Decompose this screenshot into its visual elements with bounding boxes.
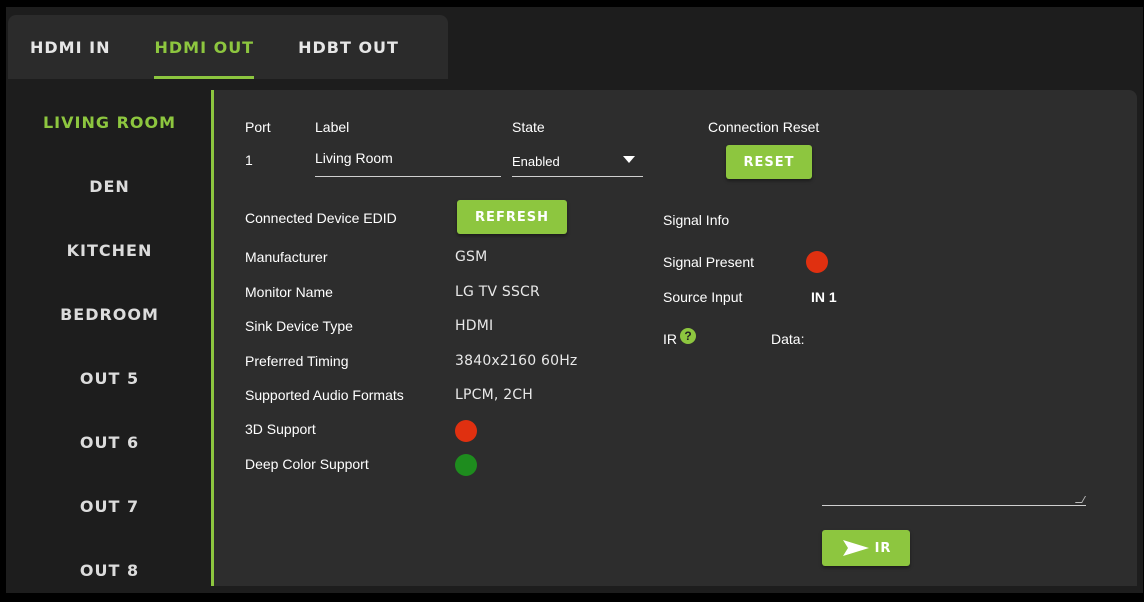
label-field[interactable] bbox=[315, 150, 501, 177]
port-number: 1 bbox=[245, 152, 253, 168]
output-type-tabs: HDMI IN HDMI OUT HDBT OUT bbox=[8, 15, 448, 79]
sidebar-item-kitchen[interactable]: KITCHEN bbox=[8, 218, 211, 282]
signal-present-label: Signal Present bbox=[663, 254, 755, 270]
output-detail-panel: Port Label State Connection Reset 1 Enab… bbox=[214, 90, 1137, 586]
source-input-label: Source Input bbox=[663, 289, 743, 305]
sidebar-item-out-7[interactable]: OUT 7 bbox=[8, 474, 211, 538]
sink-type-label: Sink Device Type bbox=[245, 318, 353, 334]
help-icon[interactable]: ? bbox=[680, 328, 696, 344]
sidebar-item-living-room[interactable]: LIVING ROOM bbox=[8, 90, 211, 154]
caret-down-icon bbox=[623, 156, 635, 163]
audio-formats-value: LPCM, 2CH bbox=[455, 387, 534, 403]
output-sidebar: LIVING ROOM DEN KITCHEN BEDROOM OUT 5 OU… bbox=[8, 90, 211, 586]
tab-hdbt-out[interactable]: HDBT OUT bbox=[276, 15, 421, 79]
tab-hdmi-in[interactable]: HDMI IN bbox=[8, 15, 132, 79]
sidebar-item-den[interactable]: DEN bbox=[8, 154, 211, 218]
resize-grip-icon[interactable] bbox=[1074, 496, 1087, 503]
audio-formats-label: Supported Audio Formats bbox=[245, 387, 404, 403]
tab-hdmi-out[interactable]: HDMI OUT bbox=[132, 15, 276, 79]
3d-support-status-indicator bbox=[455, 420, 477, 442]
deep-color-status-indicator bbox=[455, 454, 477, 476]
state-select-value: Enabled bbox=[512, 154, 560, 169]
connection-reset-header: Connection Reset bbox=[708, 119, 820, 135]
state-header: State bbox=[512, 119, 545, 135]
sidebar-item-out-5[interactable]: OUT 5 bbox=[8, 346, 211, 410]
ir-label: IR bbox=[663, 331, 677, 347]
preferred-timing-value: 3840x2160 60Hz bbox=[455, 353, 578, 369]
preferred-timing-label: Preferred Timing bbox=[245, 353, 349, 369]
source-input-value: IN 1 bbox=[811, 289, 837, 305]
3d-support-label: 3D Support bbox=[245, 421, 316, 437]
signal-info-title: Signal Info bbox=[663, 212, 730, 228]
refresh-button[interactable]: REFRESH bbox=[457, 200, 567, 234]
send-ir-label: IR bbox=[874, 540, 892, 556]
send-ir-button[interactable]: IR bbox=[822, 530, 910, 566]
reset-button[interactable]: RESET bbox=[726, 145, 812, 179]
label-input[interactable] bbox=[315, 150, 501, 166]
monitor-name-label: Monitor Name bbox=[245, 284, 333, 300]
ir-data-textarea[interactable] bbox=[822, 485, 1087, 506]
edid-title: Connected Device EDID bbox=[245, 210, 397, 226]
port-header: Port bbox=[245, 119, 271, 135]
manufacturer-value: GSM bbox=[455, 249, 488, 265]
sidebar-item-bedroom[interactable]: BEDROOM bbox=[8, 282, 211, 346]
deep-color-label: Deep Color Support bbox=[245, 456, 369, 472]
sidebar-item-out-8[interactable]: OUT 8 bbox=[8, 538, 211, 602]
ir-data-label: Data: bbox=[771, 331, 805, 347]
sink-type-value: HDMI bbox=[455, 318, 494, 334]
send-arrow-icon bbox=[842, 540, 869, 556]
state-select[interactable]: Enabled bbox=[512, 150, 643, 177]
label-header: Label bbox=[315, 119, 350, 135]
signal-present-indicator bbox=[806, 251, 828, 273]
manufacturer-label: Manufacturer bbox=[245, 249, 328, 265]
sidebar-item-out-6[interactable]: OUT 6 bbox=[8, 410, 211, 474]
monitor-name-value: LG TV SSCR bbox=[455, 284, 540, 300]
